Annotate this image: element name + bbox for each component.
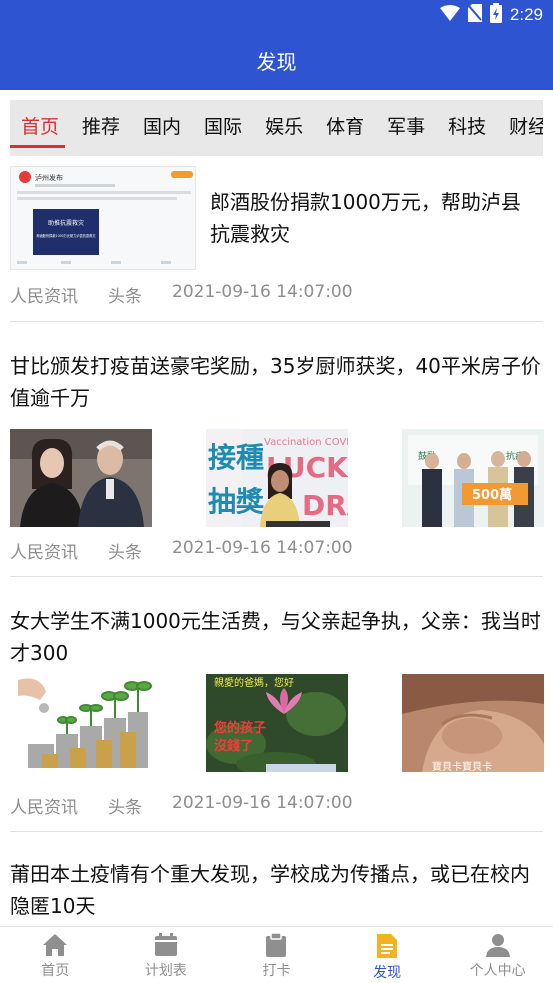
- tab-entertainment[interactable]: 娱乐: [254, 100, 315, 156]
- news-title[interactable]: 甘比颁发打疫苗送豪宅奖励，35岁厨师获奖，40平米房子价值逾千万: [10, 350, 543, 414]
- nav-profile-label: 个人中心: [469, 963, 526, 979]
- news-image: 親愛的爸媽，您好 您的孩子 沒錢了: [206, 674, 348, 772]
- status-bar: 2:29: [0, 0, 553, 30]
- no-sim-icon: [467, 4, 482, 26]
- category-tab-bar[interactable]: 首页 推荐 国内 国际 娱乐 体育 军事 科技 财经: [10, 100, 543, 156]
- tab-home[interactable]: 首页: [10, 100, 71, 156]
- clipboard-icon: [265, 933, 287, 960]
- news-time: 2021-09-16 14:07:00: [172, 282, 353, 302]
- tab-domestic[interactable]: 国内: [132, 100, 193, 156]
- news-thumbnail: 泸州发布 助推抗震救灾 郎酒股份捐款1000万元助力泸县抗震救灾: [10, 166, 196, 270]
- news-source: 人民资讯: [10, 798, 78, 818]
- thumb-banner-text: 助推抗震救灾: [48, 219, 84, 227]
- news-feed[interactable]: 泸州发布 助推抗震救灾 郎酒股份捐款1000万元助力泸县抗震救灾 郎酒股份捐款1…: [0, 156, 553, 926]
- news-image: [10, 674, 152, 772]
- home-icon: [42, 933, 68, 960]
- nav-home-label: 首页: [41, 963, 70, 979]
- news-time: 2021-09-16 14:07:00: [172, 793, 353, 813]
- news-title[interactable]: 莆田本土疫情有个重大发现，学校成为传播点，或已在校内隐匿10天: [10, 858, 543, 922]
- image-text: 500萬: [472, 487, 512, 503]
- news-source: 人民资讯: [10, 287, 78, 307]
- news-image: 接種 抽獎 Vaccination COVID LUCKY DRAW: [206, 429, 348, 527]
- status-time: 2:29: [509, 5, 543, 24]
- image-text: DRAW: [302, 489, 348, 522]
- nav-home[interactable]: 首页: [0, 927, 111, 983]
- news-meta: 人民资讯 头条 2021-09-16 14:07:00: [10, 282, 353, 307]
- news-title[interactable]: 郎酒股份捐款1000万元，帮助泸县抗震救灾: [210, 186, 540, 250]
- news-item[interactable]: 女大学生不满1000元生活费，与父亲起争执，父亲：我当时才300 親愛的爸媽，您…: [10, 577, 544, 832]
- news-meta: 人民资讯 头条 2021-09-16 14:07:00: [10, 538, 353, 563]
- nav-checkin-label: 打卡: [262, 963, 291, 979]
- news-image: 鼓勵 抗疫 500萬: [402, 429, 544, 527]
- nav-plan[interactable]: 计划表: [111, 927, 222, 983]
- bottom-nav: 首页 计划表 打卡 发现 个人中心: [0, 926, 553, 983]
- tab-technology[interactable]: 科技: [437, 100, 498, 156]
- document-icon: [376, 933, 398, 962]
- news-channel: 头条: [108, 287, 142, 307]
- image-text: Vaccination COVID: [264, 437, 348, 448]
- page-title: 发现: [256, 49, 297, 74]
- thumb-account-text: 泸州发布: [35, 173, 63, 182]
- image-text: 寶貝卡寶貝卡: [432, 760, 492, 772]
- image-text: 抽獎: [208, 485, 265, 518]
- app-bar: 发现: [0, 30, 553, 90]
- tab-recommend[interactable]: 推荐: [71, 100, 132, 156]
- news-item[interactable]: 泸州发布 助推抗震救灾 郎酒股份捐款1000万元助力泸县抗震救灾 郎酒股份捐款1…: [10, 156, 543, 322]
- news-item[interactable]: 甘比颁发打疫苗送豪宅奖励，35岁厨师获奖，40平米房子价值逾千万 接種 抽獎 V…: [10, 322, 544, 577]
- nav-discover[interactable]: 发现: [332, 927, 443, 983]
- person-icon: [485, 933, 511, 960]
- nav-plan-label: 计划表: [144, 963, 187, 979]
- tab-finance[interactable]: 财经: [498, 100, 543, 156]
- nav-discover-label: 发现: [373, 965, 402, 981]
- news-time: 2021-09-16 14:07:00: [172, 538, 353, 558]
- battery-charging-icon: [489, 3, 502, 27]
- news-image-row: 親愛的爸媽，您好 您的孩子 沒錢了 寶貝卡寶貝卡: [10, 674, 544, 772]
- news-channel: 头条: [108, 798, 142, 818]
- news-image: 寶貝卡寶貝卡: [402, 674, 544, 772]
- news-item[interactable]: 莆田本土疫情有个重大发现，学校成为传播点，或已在校内隐匿10天: [10, 832, 543, 926]
- tab-sports[interactable]: 体育: [315, 100, 376, 156]
- news-meta: 人民资讯 头条 2021-09-16 14:07:00: [10, 793, 353, 818]
- image-text: 沒錢了: [214, 738, 253, 754]
- news-image: [10, 429, 152, 527]
- news-image-row: 接種 抽獎 Vaccination COVID LUCKY DRAW 鼓勵: [10, 429, 544, 527]
- image-text: 接種: [208, 441, 264, 474]
- news-title[interactable]: 女大学生不满1000元生活费，与父亲起争执，父亲：我当时才300: [10, 605, 543, 669]
- image-text: 您的孩子: [214, 720, 266, 736]
- news-channel: 头条: [108, 543, 142, 563]
- tab-military[interactable]: 军事: [376, 100, 437, 156]
- image-text: 親愛的爸媽，您好: [214, 676, 294, 689]
- nav-profile[interactable]: 个人中心: [442, 927, 553, 983]
- nav-checkin[interactable]: 打卡: [221, 927, 332, 983]
- news-source: 人民资讯: [10, 543, 78, 563]
- calendar-icon: [154, 933, 178, 960]
- wifi-icon: [439, 5, 460, 25]
- tab-international[interactable]: 国际: [193, 100, 254, 156]
- thumb-caption-text: 郎酒股份捐款1000万元助力泸县抗震救灾: [36, 233, 96, 238]
